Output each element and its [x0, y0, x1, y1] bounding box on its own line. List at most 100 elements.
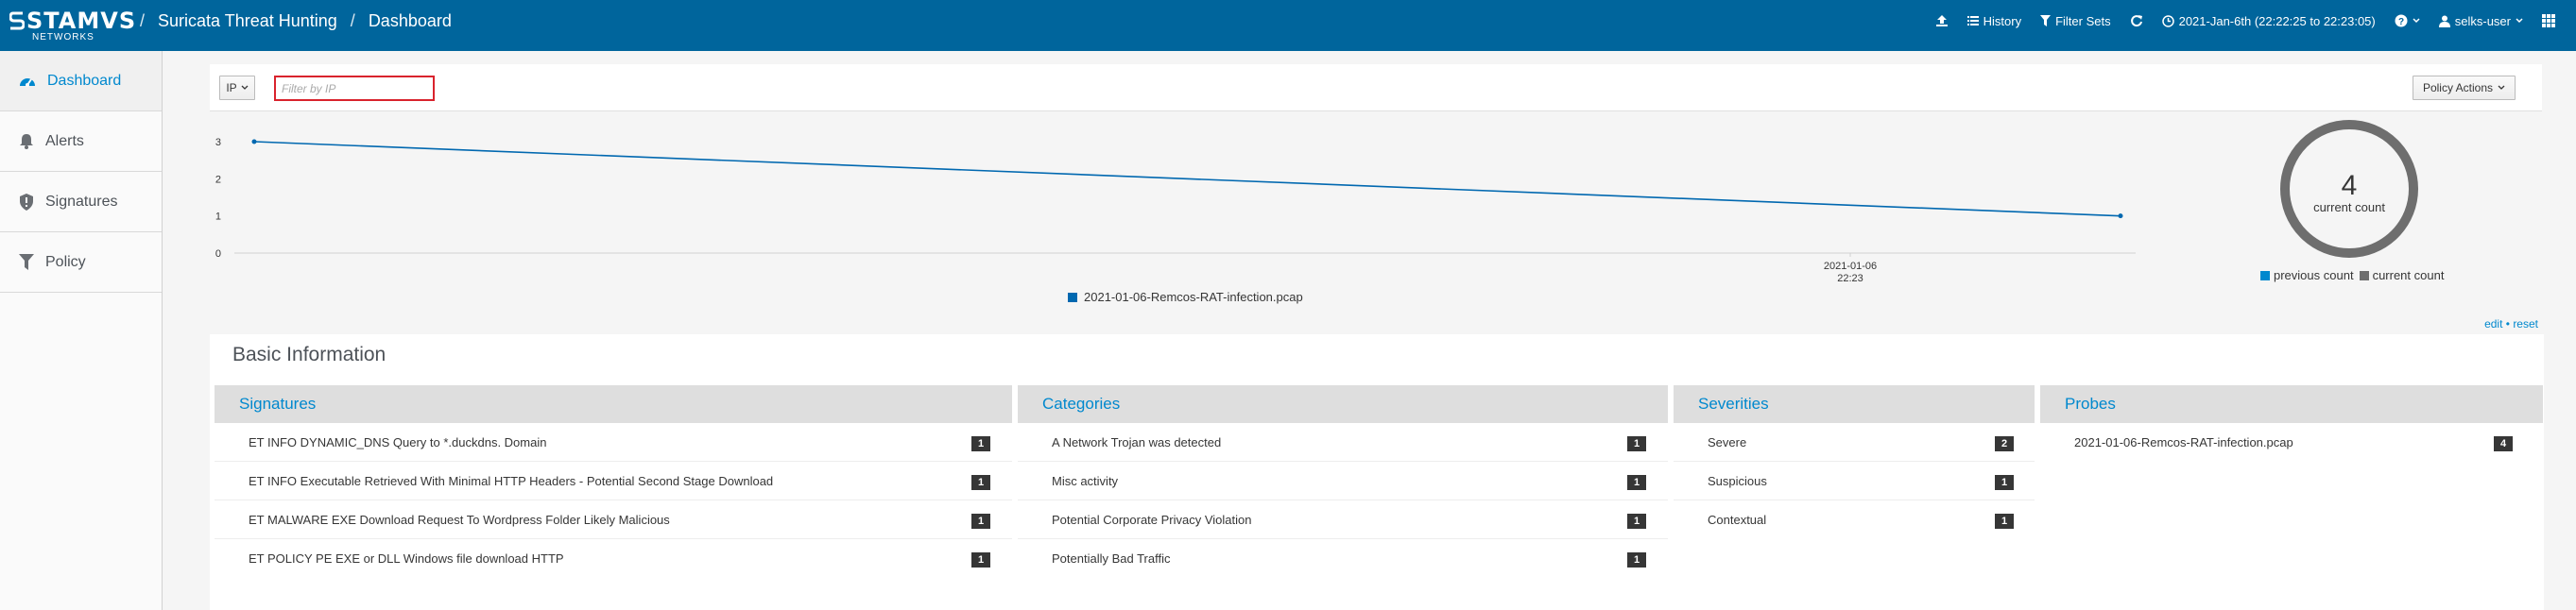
chevron-down-icon [2413, 18, 2420, 24]
time-range-label: 2021-Jan-6th (22:22:25 to 22:23:05) [2178, 13, 2376, 28]
list-item[interactable]: Suspicious 1 [1674, 462, 2035, 500]
apps-grid-button[interactable] [2542, 14, 2555, 27]
legend-swatch-current [2359, 270, 2369, 280]
sidebar-item-policy[interactable]: Policy [0, 232, 162, 293]
brand-subtitle: NETWORKS [32, 32, 94, 42]
y-tick-label: 3 [215, 137, 221, 148]
list-item[interactable]: Potential Corporate Privacy Violation 1 [1018, 500, 1668, 539]
severities-card: Severities Severe 2 Suspicious 1 Contextual 1 [1674, 385, 2035, 578]
upload-icon [1935, 15, 1948, 26]
policy-actions-label: Policy Actions [2422, 81, 2493, 94]
donut-legend: previous count current count [2260, 268, 2444, 282]
list-item-label: Suspicious [1708, 473, 1767, 488]
list-item-label: ET INFO DYNAMIC_DNS Query to *.duckdns. … [249, 434, 547, 449]
y-tick-label: 1 [215, 212, 221, 223]
bell-icon [20, 134, 33, 149]
list-item[interactable]: A Network Trojan was detected 1 [1018, 423, 1668, 462]
filter-field-select[interactable]: IP [219, 76, 255, 100]
list-item[interactable]: Potentially Bad Traffic 1 [1018, 539, 1668, 578]
list-item[interactable]: ET POLICY PE EXE or DLL Windows file dow… [215, 539, 1012, 578]
history-label: History [1983, 13, 2022, 28]
list-icon [1966, 16, 1979, 25]
edit-reset-links: edit • reset [2484, 317, 2538, 330]
list-item[interactable]: ET MALWARE EXE Download Request To Wordp… [215, 500, 1012, 539]
count-badge: 1 [1995, 514, 2014, 529]
user-menu[interactable]: selks-user [2438, 14, 2523, 28]
sidebar-item-signatures[interactable]: Signatures [0, 172, 162, 232]
legend-label-previous: previous count [2274, 268, 2354, 282]
logo-mark-icon [9, 11, 25, 30]
card-title[interactable]: Probes [2040, 385, 2543, 423]
filter-sets-label: Filter Sets [2055, 13, 2111, 28]
breadcrumb-separator: / [350, 10, 355, 30]
upload-button[interactable] [1935, 14, 1949, 27]
x-tick-label: 22:23 [1837, 273, 1863, 284]
filter-bar: IP Policy Actions [210, 64, 2542, 111]
topbar-actions: History Filter Sets 2021-Jan-6th (22:22:… [1935, 0, 2555, 42]
y-tick-label: 0 [215, 248, 221, 260]
user-icon [2438, 15, 2450, 27]
help-menu[interactable]: ? [2395, 14, 2420, 27]
sidebar: Dashboard Alerts Signatures Policy [0, 51, 163, 610]
dashboard-icon [20, 77, 35, 87]
alerts-timeline-chart: 0 1 2 3 2021-01-0622:23 2021-01-06-Remcos-RAT… [215, 137, 2136, 304]
card-title[interactable]: Signatures [215, 385, 1012, 423]
clock-icon [2161, 14, 2174, 27]
count-badge: 1 [971, 436, 990, 451]
legend-label-current: current count [2372, 268, 2445, 282]
filter-icon [19, 254, 34, 270]
breadcrumb-app[interactable]: Suricata Threat Hunting [158, 11, 337, 31]
edit-link[interactable]: edit [2484, 317, 2502, 330]
probes-card: Probes 2021-01-06-Remcos-RAT-infection.p… [2040, 385, 2543, 578]
filter-sets-button[interactable]: Filter Sets [2040, 14, 2111, 28]
count-badge: 1 [971, 514, 990, 529]
sidebar-item-label: Dashboard [47, 72, 122, 89]
shield-icon [20, 193, 33, 211]
help-icon: ? [2395, 14, 2408, 27]
reset-link[interactable]: reset [2513, 317, 2538, 330]
filter-input[interactable] [274, 76, 435, 101]
sidebar-item-alerts[interactable]: Alerts [0, 111, 162, 172]
sidebar-item-label: Signatures [45, 193, 118, 210]
list-item[interactable]: ET INFO Executable Retrieved With Minima… [215, 462, 1012, 500]
chevron-down-icon [241, 85, 249, 90]
card-title[interactable]: Severities [1674, 385, 2035, 423]
count-badge: 1 [971, 475, 990, 490]
data-point [2118, 213, 2123, 219]
refresh-icon [2130, 15, 2142, 27]
probes-list: 2021-01-06-Remcos-RAT-infection.pcap 4 [2040, 423, 2543, 462]
count-badge: 4 [2494, 436, 2513, 451]
grid-icon [2542, 14, 2555, 27]
list-item-label: Potential Corporate Privacy Violation [1052, 512, 1252, 527]
history-button[interactable]: History [1966, 13, 2022, 28]
sidebar-item-label: Alerts [45, 132, 84, 149]
series-line [253, 141, 2121, 217]
legend-label: 2021-01-06-Remcos-RAT-infection.pcap [1084, 290, 1303, 304]
list-item-label: Contextual [1708, 513, 1767, 527]
breadcrumb: / Suricata Threat Hunting / Dashboard [140, 0, 452, 42]
breadcrumb-page[interactable]: Dashboard [369, 11, 452, 31]
stamus-logo[interactable]: STAMVS NETWORKS [9, 8, 135, 42]
list-item[interactable]: Severe 2 [1674, 423, 2035, 462]
list-item[interactable]: Contextual 1 [1674, 500, 2035, 539]
count-badge: 1 [1627, 475, 1646, 490]
sidebar-item-dashboard[interactable]: Dashboard [0, 51, 162, 111]
list-item-label: Misc activity [1052, 473, 1119, 488]
refresh-button[interactable] [2130, 14, 2143, 27]
filter-icon [2040, 15, 2052, 26]
list-item[interactable]: Misc activity 1 [1018, 462, 1668, 500]
svg-text:?: ? [2398, 17, 2404, 27]
list-item[interactable]: 2021-01-06-Remcos-RAT-infection.pcap 4 [2040, 423, 2543, 462]
card-title[interactable]: Categories [1018, 385, 1668, 423]
severities-list: Severe 2 Suspicious 1 Contextual 1 [1674, 423, 2035, 539]
policy-actions-button[interactable]: Policy Actions [2412, 76, 2516, 100]
signatures-card: Signatures ET INFO DYNAMIC_DNS Query to … [215, 385, 1012, 578]
top-navbar: STAMVS NETWORKS / Suricata Threat Huntin… [0, 0, 2576, 51]
count-badge: 1 [1995, 475, 2014, 490]
list-item[interactable]: ET INFO DYNAMIC_DNS Query to *.duckdns. … [215, 423, 1012, 462]
list-item-label: Severe [1708, 434, 1747, 449]
time-range-button[interactable]: 2021-Jan-6th (22:22:25 to 22:23:05) [2161, 13, 2376, 28]
link-separator: • [2505, 317, 2510, 330]
panel-title: Basic Information [232, 344, 386, 365]
breadcrumb-separator: / [140, 10, 146, 30]
